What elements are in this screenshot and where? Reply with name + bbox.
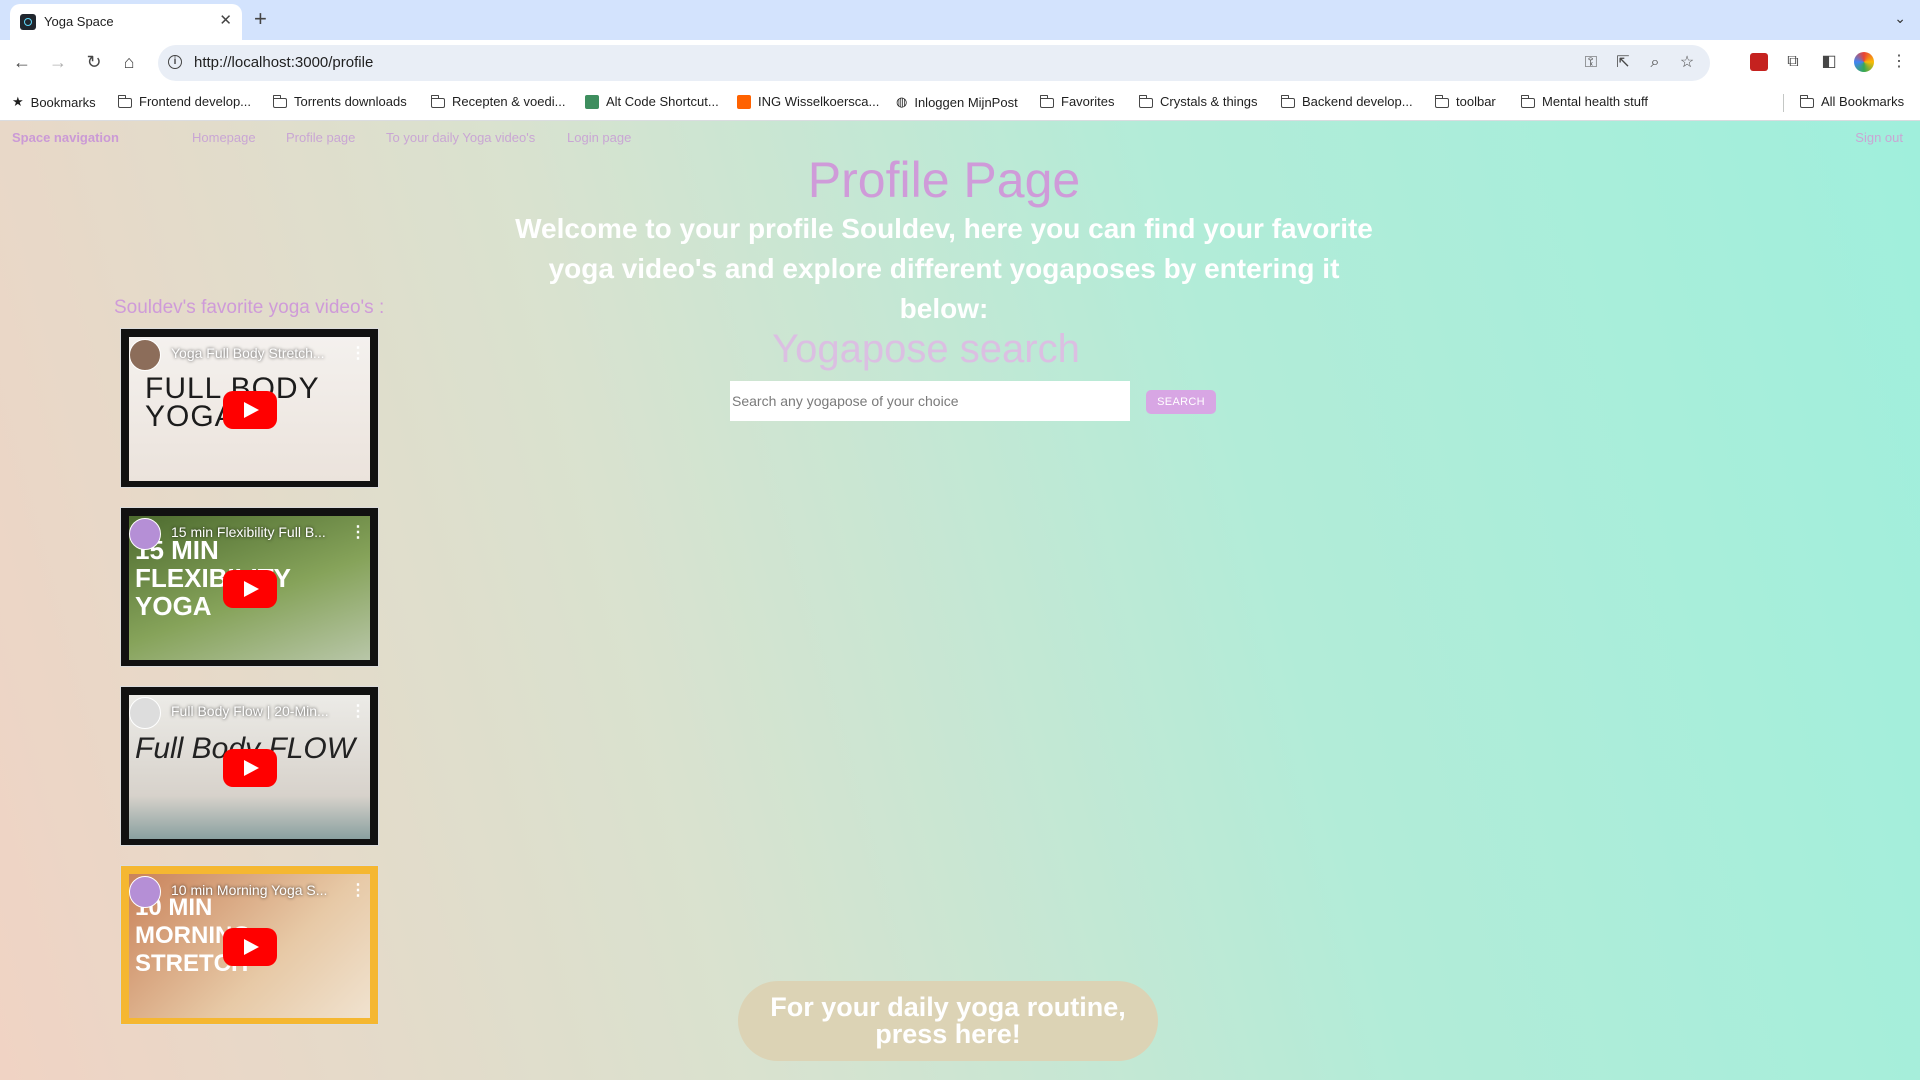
bookmarks-divider xyxy=(1783,94,1784,112)
zoom-icon[interactable]: ⌕ xyxy=(1646,52,1664,74)
video-title[interactable]: 10 min Morning Yoga S... xyxy=(171,882,327,898)
address-bar-icons: ⚿ ⇱ ⌕ ☆ xyxy=(1582,52,1696,74)
play-button-icon[interactable] xyxy=(223,749,277,787)
site-navbar: Space navigation Homepage Profile page T… xyxy=(0,121,1920,155)
forward-arrow-icon[interactable]: → xyxy=(46,51,70,73)
bookmark-item[interactable]: Favorites xyxy=(1039,94,1114,109)
folder-icon xyxy=(1520,94,1535,108)
extensions-puzzle-icon[interactable]: ⧉ xyxy=(1782,50,1804,74)
play-button-icon[interactable] xyxy=(223,391,277,429)
page-title: Profile Page xyxy=(807,152,1081,208)
close-tab-icon[interactable]: ✕ xyxy=(219,12,232,30)
site-favicon xyxy=(585,94,599,109)
new-tab-icon[interactable]: + xyxy=(254,8,267,30)
video-menu-icon[interactable]: ⋮ xyxy=(350,522,366,542)
video-title[interactable]: 15 min Flexibility Full B... xyxy=(171,524,326,540)
browser-tab[interactable]: Yoga Space ✕ xyxy=(10,4,242,40)
yogapose-search-title: Yogapose search xyxy=(772,327,1080,371)
browser-toolbar: ← → ↻ ⌂ i http://localhost:3000/profile … xyxy=(0,40,1920,86)
open-in-app-icon[interactable]: ⇱ xyxy=(1614,52,1632,74)
search-button[interactable]: SEARCH xyxy=(1146,390,1216,414)
folder-icon xyxy=(430,94,445,108)
bookmark-star-icon[interactable]: ☆ xyxy=(1678,52,1696,74)
yogapose-search-input[interactable] xyxy=(730,381,1130,421)
star-icon: ★ xyxy=(12,94,24,109)
site-info-icon[interactable]: i xyxy=(168,55,182,69)
all-bookmarks[interactable]: All Bookmarks xyxy=(1799,94,1904,109)
url-text[interactable]: http://localhost:3000/profile xyxy=(194,54,373,71)
password-key-icon[interactable]: ⚿ xyxy=(1582,52,1600,74)
favorites-heading: Souldev's favorite yoga video's : xyxy=(114,297,385,318)
bookmark-item[interactable]: ★ Bookmarks xyxy=(12,94,96,110)
bookmark-item[interactable]: ING Wisselkoersca... xyxy=(737,94,879,109)
browser-menu-icon[interactable]: ⋮ xyxy=(1888,50,1910,74)
video-embed[interactable]: 15 MIN FLEXIBILITY YOGA 15 min Flexibili… xyxy=(120,507,379,667)
page-content: Space navigation Homepage Profile page T… xyxy=(0,121,1920,1080)
nav-link-login[interactable]: Login page xyxy=(567,130,631,145)
daily-routine-button[interactable]: For your daily yoga routine, press here! xyxy=(738,981,1158,1061)
sign-out-link[interactable]: Sign out xyxy=(1855,130,1903,145)
home-icon[interactable]: ⌂ xyxy=(117,51,141,73)
site-favicon xyxy=(737,94,751,109)
bookmark-item[interactable]: Frontend develop... xyxy=(117,94,251,109)
nav-link-profile[interactable]: Profile page xyxy=(286,130,355,145)
video-embed[interactable]: 10 MIN MORNING STRETCH 10 min Morning Yo… xyxy=(120,865,379,1025)
nav-link-homepage[interactable]: Homepage xyxy=(192,130,256,145)
folder-icon xyxy=(1434,94,1449,108)
tab-strip: Yoga Space ✕ + ⌄ xyxy=(0,0,1920,40)
navbar-brand[interactable]: Space navigation xyxy=(12,130,119,145)
reload-icon[interactable]: ↻ xyxy=(82,51,106,73)
nav-link-daily-videos[interactable]: To your daily Yoga video's xyxy=(386,130,535,145)
bookmark-item[interactable]: Mental health stuff xyxy=(1520,94,1648,109)
play-button-icon[interactable] xyxy=(223,928,277,966)
toolbar-right-icons: ⧉ ◧ ⋮ xyxy=(1750,50,1910,74)
video-title[interactable]: Full Body Flow | 20-Min... xyxy=(171,703,329,719)
folder-icon xyxy=(1039,94,1054,108)
video-menu-icon[interactable]: ⋮ xyxy=(350,701,366,721)
channel-avatar xyxy=(129,697,161,729)
video-embed[interactable]: Full Body FLOW Full Body Flow | 20-Min..… xyxy=(120,686,379,846)
back-arrow-icon[interactable]: ← xyxy=(10,51,34,73)
bookmark-item[interactable]: Torrents downloads xyxy=(272,94,407,109)
side-panel-icon[interactable]: ◧ xyxy=(1818,50,1840,74)
folder-icon xyxy=(272,94,287,108)
address-bar[interactable]: i http://localhost:3000/profile ⚿ ⇱ ⌕ ☆ xyxy=(158,45,1710,81)
extension-icon[interactable] xyxy=(1750,53,1768,71)
bookmarks-bar: ★ Bookmarks Frontend develop... Torrents … xyxy=(0,86,1920,121)
tab-title: Yoga Space xyxy=(44,14,114,29)
video-menu-icon[interactable]: ⋮ xyxy=(350,880,366,900)
folder-icon xyxy=(117,94,132,108)
bookmark-item[interactable]: Alt Code Shortcut... xyxy=(585,94,719,109)
bookmark-item[interactable]: Crystals & things xyxy=(1138,94,1258,109)
tab-search-chevron-icon[interactable]: ⌄ xyxy=(1894,10,1906,27)
bookmark-item[interactable]: Recepten & voedi... xyxy=(430,94,565,109)
folder-icon xyxy=(1138,94,1153,108)
profile-avatar[interactable] xyxy=(1854,52,1874,72)
folder-icon xyxy=(1280,94,1295,108)
bookmark-item[interactable]: Backend develop... xyxy=(1280,94,1413,109)
welcome-text: Welcome to your profile Souldev, here yo… xyxy=(515,213,1373,324)
bookmark-item[interactable]: ◍ Inloggen MijnPost xyxy=(896,94,1018,110)
bookmark-item[interactable]: toolbar xyxy=(1434,94,1496,109)
play-button-icon[interactable] xyxy=(223,570,277,608)
channel-avatar xyxy=(129,518,161,550)
channel-avatar xyxy=(129,876,161,908)
react-favicon-icon xyxy=(20,14,36,30)
folder-icon xyxy=(1799,94,1814,108)
globe-icon: ◍ xyxy=(896,94,908,109)
